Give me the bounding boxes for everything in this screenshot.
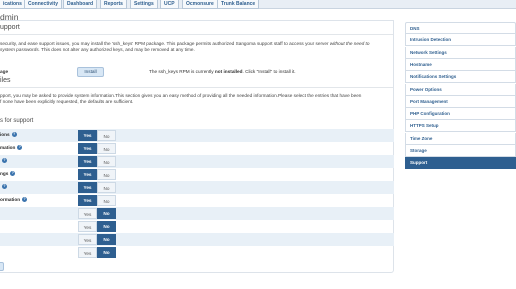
yes-option[interactable]: Yes [78, 182, 97, 193]
sidebar-item-https-setup[interactable]: HTTPS Setup [405, 120, 516, 133]
no-option[interactable]: No [97, 130, 116, 141]
option-row: ? Yes No [0, 181, 394, 194]
sidebar-item-php-configuration[interactable]: PHP Configuration [405, 108, 516, 121]
option-label-text: ngs [0, 171, 9, 176]
sidebar-item-network-settings[interactable]: Network Settings [405, 46, 516, 59]
sidebar-item-support[interactable]: Support [405, 157, 516, 170]
option-row: Yes No [0, 207, 394, 220]
option-label-text: ormation [0, 197, 21, 202]
yes-option[interactable]: Yes [78, 130, 97, 141]
option-row: Yes No [0, 220, 394, 233]
sidebar-item-hostname[interactable]: Hostname [405, 58, 516, 71]
yes-no-toggle: Yes No [78, 247, 116, 258]
option-row: ngs? Yes No [0, 168, 394, 181]
options-heading: s for support [0, 118, 34, 124]
yes-no-toggle: Yes No [78, 208, 116, 219]
option-label: ions? [0, 132, 17, 138]
yes-no-toggle: Yes No [78, 130, 116, 141]
option-label-text: ions [0, 132, 10, 137]
yes-option[interactable]: Yes [78, 234, 97, 245]
sidebar-item-power-options[interactable]: Power Options [405, 83, 516, 96]
status-post: . Click "Install" to install it. [242, 69, 296, 74]
option-row: ? Yes No [0, 155, 394, 168]
help-icon[interactable]: ? [2, 184, 7, 190]
option-label: ? [0, 184, 7, 190]
yes-no-toggle: Yes No [78, 169, 116, 180]
top-nav: ications Connectivity Dashboard Reports … [0, 0, 516, 9]
install-button[interactable]: Install [77, 67, 104, 77]
sidebar-item-storage[interactable]: Storage [405, 145, 516, 157]
no-option[interactable]: No [97, 234, 116, 245]
sidebar-item-notifications-settings[interactable]: Notifications Settings [405, 71, 516, 84]
help-icon[interactable]: ? [10, 171, 16, 177]
option-row: mation? Yes No [0, 142, 394, 155]
sidebar-item-time-zone[interactable]: Time Zone [405, 132, 516, 145]
tab-trunk-balance[interactable]: Trunk Balance [217, 0, 260, 9]
no-option[interactable]: No [97, 182, 116, 193]
option-label: mation? [0, 145, 23, 151]
no-option[interactable]: No [97, 208, 116, 219]
yes-no-toggle: Yes No [78, 182, 116, 193]
option-label: ? [0, 158, 7, 164]
no-option[interactable]: No [97, 156, 116, 167]
yes-no-toggle: Yes No [78, 195, 116, 206]
help-icon[interactable]: ? [2, 158, 7, 164]
files-intro-line2: f none have been explicitly requested, t… [0, 99, 134, 104]
no-option[interactable]: No [97, 143, 116, 154]
no-option[interactable]: No [97, 247, 116, 258]
status-pre: The ssh_keys RPM is currently [149, 69, 215, 74]
sidebar-item-dns[interactable]: DNS [405, 22, 516, 34]
option-label-text: mation [0, 145, 16, 150]
yes-no-toggle: Yes No [78, 234, 116, 245]
help-icon[interactable]: ? [11, 132, 17, 138]
option-row: ions? Yes No [0, 129, 394, 142]
yes-option[interactable]: Yes [78, 247, 97, 258]
support-heading: upport [0, 24, 20, 31]
divider [0, 34, 393, 35]
tab-dashboard[interactable]: Dashboard [63, 0, 98, 9]
rpm-status-text: The ssh_keys RPM is currently not instal… [149, 69, 296, 74]
yes-option[interactable]: Yes [78, 195, 97, 206]
intro-text-em: without the need to [328, 41, 370, 46]
yes-option[interactable]: Yes [78, 169, 97, 180]
yes-option[interactable]: Yes [78, 156, 97, 167]
yes-option[interactable]: Yes [78, 221, 97, 232]
tab-reports[interactable]: Reports [100, 0, 127, 9]
support-intro-line2: system passwords. This does not alter an… [0, 46, 195, 53]
yes-option[interactable]: Yes [78, 208, 97, 219]
intro-text-em: system passwords. [0, 47, 40, 52]
install-package-label: age [0, 69, 9, 74]
option-label: ormation? [0, 197, 28, 203]
status-bold: not installed [214, 69, 243, 74]
tab-ocmonsure[interactable]: Ocmonsure [182, 0, 218, 9]
yes-option[interactable]: Yes [78, 143, 97, 154]
tab-ucp[interactable]: UCP [160, 0, 179, 9]
option-row: ormation? Yes No [0, 194, 394, 207]
no-option[interactable]: No [97, 195, 116, 206]
submit-button[interactable] [0, 262, 4, 271]
option-row: Yes No [0, 246, 394, 259]
sidebar-item-intrusion-detection[interactable]: Intrusion Detection [405, 34, 516, 47]
intro-text: This does not alter any authorized keys,… [39, 47, 195, 52]
help-icon[interactable]: ? [22, 197, 28, 203]
no-option[interactable]: No [97, 169, 116, 180]
yes-no-toggle: Yes No [78, 221, 116, 232]
divider [0, 87, 393, 88]
option-label: ngs? [0, 171, 16, 177]
tab-applications[interactable]: ications [0, 0, 26, 9]
tab-settings[interactable]: Settings [130, 0, 158, 9]
no-option[interactable]: No [97, 221, 116, 232]
option-row: Yes No [0, 233, 394, 246]
help-icon[interactable]: ? [17, 145, 23, 151]
yes-no-toggle: Yes No [78, 143, 116, 154]
tab-connectivity[interactable]: Connectivity [24, 0, 63, 9]
yes-no-toggle: Yes No [78, 156, 116, 167]
sidebar-item-port-management[interactable]: Port Management [405, 95, 516, 108]
files-heading: iles [0, 77, 11, 84]
